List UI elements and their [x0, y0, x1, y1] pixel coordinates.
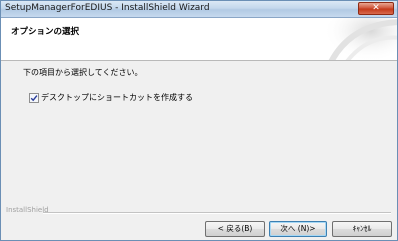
- window-title: SetupManagerForEDIUS - InstallShield Wiz…: [5, 3, 210, 13]
- wizard-header: オプションの選択: [1, 18, 397, 61]
- next-button[interactable]: 次へ (N)>: [269, 221, 327, 237]
- close-button[interactable]: ✕: [358, 2, 394, 15]
- options-panel: 下の項目から選択してください。 デスクトップにショートカットを作成する: [1, 61, 397, 206]
- close-icon: ✕: [372, 3, 380, 13]
- page-title: オプションの選択: [11, 27, 80, 37]
- installer-window: SetupManagerForEDIUS - InstallShield Wiz…: [0, 0, 398, 241]
- footer-divider: [43, 212, 391, 214]
- checkmark-icon: [30, 95, 38, 102]
- title-bar[interactable]: SetupManagerForEDIUS - InstallShield Wiz…: [1, 1, 397, 18]
- shortcut-checkbox[interactable]: [29, 93, 39, 103]
- back-button[interactable]: < 戻る(B): [205, 221, 265, 237]
- shortcut-label: デスクトップにショートカットを作成する: [41, 93, 193, 102]
- instruction-text: 下の項目から選択してください。: [23, 68, 143, 77]
- header-decoration-icon: [323, 18, 397, 60]
- cancel-button[interactable]: ｷｬﾝｾﾙ: [332, 221, 392, 237]
